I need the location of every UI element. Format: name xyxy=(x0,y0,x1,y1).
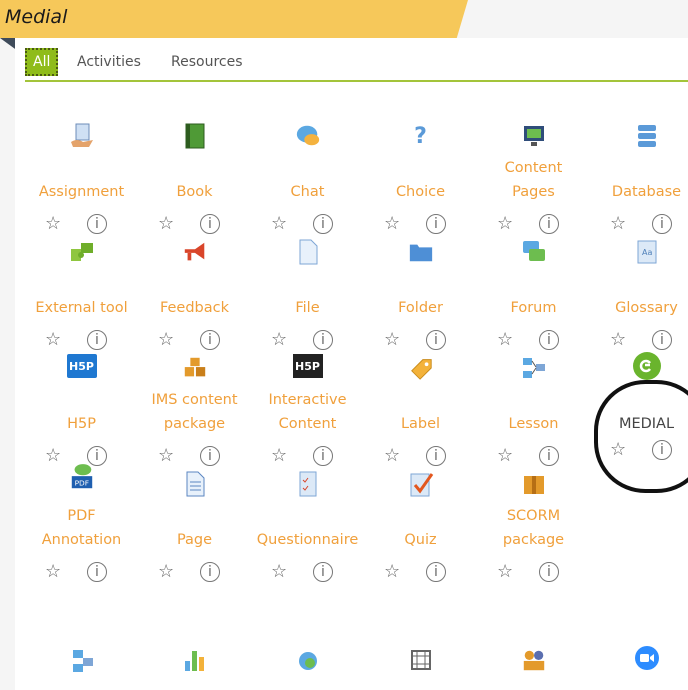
tile-quiz[interactable]: Quiz ☆ i xyxy=(364,440,477,582)
content-pages-icon xyxy=(521,122,547,150)
activity-label: Choice xyxy=(395,184,446,200)
megaphone-icon xyxy=(182,238,208,266)
activity-label: Glossary xyxy=(615,300,678,316)
chat-icon xyxy=(295,122,321,150)
scorm-icon xyxy=(521,470,547,498)
tile-label[interactable]: Label ☆ i xyxy=(364,324,477,466)
tab-activities[interactable]: Activities xyxy=(77,48,141,76)
star-icon[interactable]: ☆ xyxy=(45,562,61,582)
tile-questionnaire[interactable]: Questionnaire ☆ i xyxy=(251,440,364,582)
tag-icon xyxy=(408,354,434,382)
activity-label: External tool xyxy=(35,300,128,316)
activity-chooser-panel: All Activities Resources Assignment ☆ i … xyxy=(15,38,688,690)
tile-ims-package[interactable]: IMS content package ☆ i xyxy=(138,324,251,466)
tile-glossary[interactable]: Aa Glossary ☆ i xyxy=(590,208,688,350)
activity-label-line: Content xyxy=(504,160,563,176)
activity-label: Assignment xyxy=(38,184,125,200)
tile-content-pages[interactable]: Content Pages ☆ i xyxy=(477,92,590,234)
activity-label: Chat xyxy=(290,184,325,200)
database-icon xyxy=(634,122,660,150)
tile-scorm[interactable]: SCORM package ☆ i xyxy=(477,440,590,582)
tile-database[interactable]: Database ☆ i xyxy=(590,92,688,234)
activity-label: Pages xyxy=(512,184,555,200)
forum-icon xyxy=(521,238,547,266)
chart-icon[interactable] xyxy=(182,646,208,674)
pdf-annotation-icon: PDF xyxy=(69,464,95,492)
activity-label: Forum xyxy=(510,300,557,316)
activity-label: Folder xyxy=(398,300,443,316)
tile-feedback[interactable]: Feedback ☆ i xyxy=(138,208,251,350)
activity-label: Quiz xyxy=(404,532,437,548)
tile-h5p[interactable]: H5P H5P ☆ i xyxy=(25,324,138,466)
activity-label-line: IMS content xyxy=(151,392,238,408)
file-icon xyxy=(295,238,321,266)
medial-icon xyxy=(632,352,661,380)
workshop-icon[interactable] xyxy=(521,646,547,674)
choice-icon: ? xyxy=(414,123,427,149)
activity-label: package xyxy=(502,532,565,548)
url-icon[interactable] xyxy=(295,646,321,674)
activity-label: Content xyxy=(278,416,337,432)
activity-label-line: Interactive xyxy=(268,392,347,408)
tile-chat[interactable]: Chat ☆ i xyxy=(251,92,364,234)
tile-forum[interactable]: Forum ☆ i xyxy=(477,208,590,350)
interactive-content-icon: H5P xyxy=(292,354,323,378)
info-icon[interactable]: i xyxy=(426,562,446,582)
tile-page[interactable]: Page ☆ i xyxy=(138,440,251,582)
star-icon[interactable]: ☆ xyxy=(497,562,513,582)
zoom-icon[interactable] xyxy=(635,646,659,670)
activity-label: H5P xyxy=(67,416,96,432)
star-icon[interactable]: ☆ xyxy=(158,562,174,582)
glossary-icon: Aa xyxy=(634,238,660,266)
wiki-icon[interactable] xyxy=(408,646,434,674)
header-ribbon: Medial xyxy=(0,0,468,38)
assignment-icon xyxy=(69,122,95,150)
tile-lesson[interactable]: Lesson ☆ i xyxy=(477,324,590,466)
questionnaire-icon xyxy=(295,470,321,498)
medial-highlight-circle xyxy=(594,380,688,493)
activity-label: Database xyxy=(611,184,682,200)
activity-label: Annotation xyxy=(41,532,122,548)
tile-assignment[interactable]: Assignment ☆ i xyxy=(25,92,138,234)
star-icon[interactable]: ☆ xyxy=(271,562,287,582)
activity-label: package xyxy=(163,416,226,432)
info-icon[interactable]: i xyxy=(539,562,559,582)
activity-grid: Assignment ☆ i Book ☆ i Chat ☆ i ? Choic… xyxy=(15,92,688,690)
activity-label: Lesson xyxy=(508,416,559,432)
activity-label: Questionnaire xyxy=(256,532,359,548)
activity-label: File xyxy=(295,300,320,316)
svg-text:Aa: Aa xyxy=(642,248,652,257)
tab-resources[interactable]: Resources xyxy=(171,48,243,76)
tile-book[interactable]: Book ☆ i xyxy=(138,92,251,234)
tab-all[interactable]: All xyxy=(25,48,59,76)
info-icon[interactable]: i xyxy=(87,562,107,582)
page-title: Medial xyxy=(5,6,68,28)
quiz-icon xyxy=(408,470,434,498)
lesson-icon xyxy=(521,354,547,382)
star-icon[interactable]: ☆ xyxy=(384,562,400,582)
tile-pdf-annotation[interactable]: PDF PDF Annotation ☆ i xyxy=(25,440,138,582)
activity-label: Label xyxy=(400,416,441,432)
activity-label: Book xyxy=(176,184,213,200)
info-icon[interactable]: i xyxy=(200,562,220,582)
activity-label-line: SCORM xyxy=(506,508,561,524)
ims-package-icon xyxy=(182,354,208,382)
activity-label-line: PDF xyxy=(67,508,96,524)
activity-label: Page xyxy=(176,532,213,548)
page-icon xyxy=(182,470,208,498)
book-icon xyxy=(182,122,208,150)
svg-text:PDF: PDF xyxy=(74,478,88,487)
activity-label: Feedback xyxy=(159,300,230,316)
tab-bar: All Activities Resources xyxy=(25,44,688,82)
tile-external-tool[interactable]: External tool ☆ i xyxy=(25,208,138,350)
tile-folder[interactable]: Folder ☆ i xyxy=(364,208,477,350)
folder-icon xyxy=(408,238,434,266)
tile-interactive-content[interactable]: H5P Interactive Content ☆ i xyxy=(251,324,364,466)
puzzle-icon xyxy=(69,238,95,266)
tile-choice[interactable]: ? Choice ☆ i xyxy=(364,92,477,234)
h5p-icon: H5P xyxy=(66,354,97,378)
tile-file[interactable]: File ☆ i xyxy=(251,208,364,350)
info-icon[interactable]: i xyxy=(313,562,333,582)
survey-icon[interactable] xyxy=(70,646,96,674)
